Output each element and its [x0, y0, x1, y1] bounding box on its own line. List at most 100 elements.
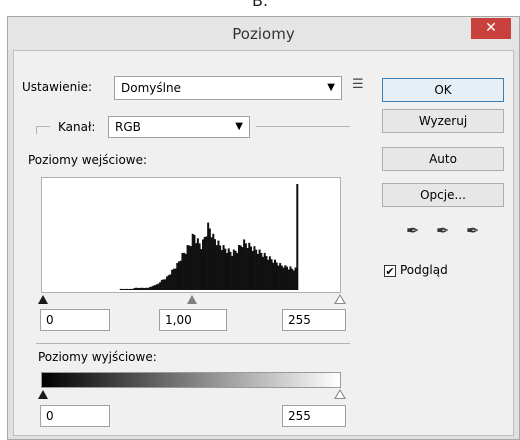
histogram-bar	[246, 248, 249, 290]
histogram-bar	[279, 263, 282, 290]
dialog-body: Ustawienie: Domyślne ▼ ☰ OK Wyzeruj Auto…	[13, 50, 514, 436]
histogram-bar	[241, 247, 244, 290]
output-black-slider[interactable]	[38, 390, 48, 399]
histogram-bar	[155, 284, 158, 290]
histogram-bar	[227, 248, 230, 290]
histogram-bar	[277, 265, 280, 290]
group-border	[36, 126, 50, 127]
histogram-bar	[203, 237, 206, 290]
levels-dialog: Poziomy ✕ Ustawienie: Domyślne ▼ ☰ OK Wy…	[7, 16, 520, 440]
preset-value: Domyślne	[121, 81, 181, 95]
histogram-bar	[224, 248, 227, 290]
histogram-bar	[195, 243, 198, 290]
histogram-bar	[270, 259, 273, 290]
histogram-bar	[263, 252, 266, 290]
histogram-bar	[119, 288, 122, 290]
histogram-bar	[250, 246, 253, 290]
histogram-bar	[262, 256, 265, 290]
histogram-bar	[289, 266, 292, 290]
histogram-bar	[167, 275, 170, 290]
histogram-bar	[234, 250, 237, 290]
title-bar[interactable]: Poziomy ✕	[8, 17, 519, 50]
histogram-bar	[166, 276, 169, 290]
histogram-bar	[231, 255, 234, 290]
input-white-slider[interactable]	[334, 294, 346, 304]
histogram-bar	[236, 252, 239, 290]
input-white-field[interactable]: 255	[282, 309, 346, 331]
histogram-bar	[280, 265, 283, 290]
histogram-bar	[212, 233, 215, 290]
histogram-bar	[265, 256, 268, 290]
histogram-bar	[260, 252, 263, 290]
histogram-bar	[202, 239, 205, 290]
gray-eyedropper-icon[interactable]: ✒	[436, 221, 449, 240]
histogram-bar	[275, 262, 278, 290]
channel-value: RGB	[115, 120, 141, 134]
histogram-bar	[128, 289, 131, 290]
input-black-slider[interactable]	[38, 295, 48, 304]
input-gamma-slider[interactable]	[187, 295, 197, 304]
preset-select[interactable]: Domyślne ▼	[114, 76, 342, 100]
histogram-bar	[255, 249, 258, 290]
close-button[interactable]: ✕	[471, 18, 511, 39]
channel-label: Kanał:	[58, 120, 96, 134]
histogram-bar	[174, 268, 177, 290]
histogram-bar	[292, 270, 295, 290]
histogram-bar	[162, 279, 165, 290]
histogram-bar	[130, 288, 133, 290]
histogram-bar	[191, 233, 194, 290]
histogram-bar	[126, 288, 129, 290]
input-levels-label: Poziomy wejściowe:	[28, 153, 148, 167]
white-eyedropper-icon[interactable]: ✒	[466, 221, 479, 240]
histogram-bar	[208, 228, 211, 290]
caption-fragment: B.	[0, 0, 520, 16]
histogram-bar	[171, 269, 174, 290]
histogram-bar	[200, 249, 203, 290]
close-icon: ✕	[485, 20, 497, 36]
histogram-bar	[210, 237, 213, 290]
histogram-bar	[226, 252, 229, 290]
preset-menu-icon[interactable]: ☰	[352, 77, 364, 92]
black-eyedropper-icon[interactable]: ✒	[406, 221, 419, 240]
histogram-bar	[186, 245, 189, 290]
chevron-down-icon: ▼	[327, 82, 335, 93]
output-white-slider[interactable]	[334, 389, 346, 399]
histogram-bar	[143, 288, 146, 290]
histogram-bar	[184, 253, 187, 290]
output-white-field[interactable]: 255	[282, 405, 346, 427]
histogram-bar	[296, 184, 299, 290]
histogram-bar	[138, 288, 141, 290]
check-icon: ✔	[385, 265, 395, 278]
histogram-bar	[152, 285, 155, 290]
histogram-bar	[142, 287, 145, 290]
auto-button[interactable]: Auto	[382, 147, 504, 171]
histogram	[119, 184, 299, 290]
histogram-bar	[219, 245, 222, 290]
group-border	[36, 126, 37, 134]
ok-button[interactable]: OK	[382, 78, 504, 102]
histogram-bar	[179, 260, 182, 290]
histogram-bar	[176, 263, 179, 290]
histogram-bar	[248, 242, 251, 290]
histogram-bar	[145, 287, 148, 290]
input-gamma-field[interactable]: 1,00	[159, 309, 227, 331]
histogram-bar	[214, 239, 217, 290]
preview-checkbox[interactable]: ✔	[384, 265, 396, 277]
reset-button[interactable]: Wyzeruj	[382, 109, 504, 133]
histogram-bar	[239, 245, 242, 290]
channel-select[interactable]: RGB ▼	[108, 116, 250, 138]
histogram-bar	[282, 267, 285, 290]
histogram-bar	[133, 288, 136, 290]
histogram-bar	[159, 282, 162, 290]
histogram-bar	[140, 287, 143, 290]
histogram-bar	[220, 250, 223, 290]
histogram-bar	[172, 268, 175, 290]
histogram-bar	[284, 265, 287, 290]
output-black-field[interactable]: 0	[40, 405, 110, 427]
histogram-bar	[286, 266, 289, 290]
histogram-bar	[150, 286, 153, 290]
options-button[interactable]: Opcje...	[382, 183, 504, 207]
histogram-bar	[178, 261, 181, 290]
histogram-bar	[157, 283, 160, 290]
input-black-field[interactable]: 0	[40, 309, 110, 331]
